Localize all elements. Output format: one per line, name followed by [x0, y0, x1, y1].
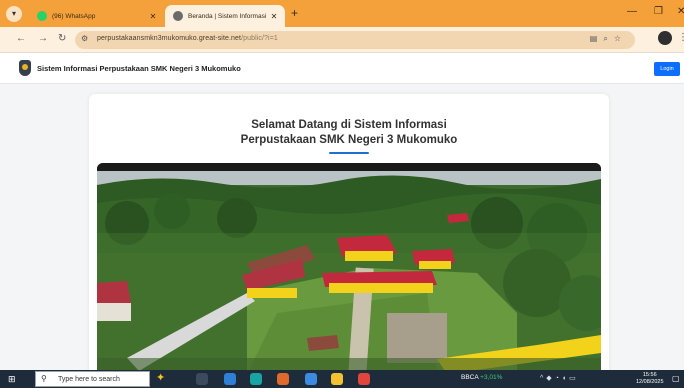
tab-search-icon[interactable]: ▾: [6, 6, 22, 22]
bookmark-star-icon[interactable]: ☆: [614, 34, 627, 43]
windows-taskbar: ⊞ ⚲ Type here to search ✦ BBCA +3,01% ^◆…: [0, 370, 684, 388]
login-button[interactable]: Login: [654, 62, 680, 76]
welcome-line-1: Selamat Datang di Sistem Informasi: [251, 119, 447, 131]
search-icon: ⚲: [41, 374, 47, 383]
browser-toolbar: ← → ↻ ⚙ perpustakaansmkn3mukomuko.great-…: [0, 27, 684, 53]
stock-name: BBCA: [461, 374, 479, 381]
taskbar-clock[interactable]: 15:56 12/08/2025: [636, 372, 664, 386]
back-arrow-icon[interactable]: ←: [16, 33, 26, 44]
search-highlight-icon[interactable]: ✦: [156, 371, 165, 384]
site-header: Sistem Informasi Perpustakaan SMK Negeri…: [0, 53, 684, 84]
edge-icon[interactable]: [250, 373, 262, 385]
reload-icon[interactable]: ↻: [58, 33, 66, 44]
clock-date: 12/08/2025: [636, 379, 664, 385]
taskbar-search-input[interactable]: ⚲ Type here to search: [35, 371, 150, 387]
school-logo: [19, 60, 31, 76]
tab-whatsapp[interactable]: (96) WhatsApp ✕: [29, 5, 164, 27]
address-bar[interactable]: ⚙ perpustakaansmkn3mukomuko.great-site.n…: [75, 31, 635, 49]
site-info-icon[interactable]: ⚙: [81, 34, 88, 43]
new-tab-button[interactable]: +: [291, 6, 298, 20]
network-icon[interactable]: ◔: [555, 375, 562, 382]
stock-widget[interactable]: BBCA +3,01%: [461, 374, 502, 381]
welcome-line-2: Perpustakaan SMK Negeri 3 Mukomuko: [240, 134, 458, 146]
windows-start-icon[interactable]: ⊞: [8, 374, 16, 385]
browser-tab-strip: ▾ (96) WhatsApp ✕ Beranda | Sistem Infor…: [0, 0, 684, 27]
menu-kebab-icon[interactable]: ⋮: [678, 32, 684, 43]
stock-change: +3,01%: [480, 374, 503, 381]
url-host: perpustakaansmkn3mukomuko.great-site.net: [97, 35, 242, 42]
forward-arrow-icon[interactable]: →: [38, 33, 48, 44]
school-aerial-photo: [97, 163, 601, 374]
url-path: /public/?i=1: [241, 35, 278, 42]
window-close-icon[interactable]: ✕: [677, 6, 684, 17]
battery-icon[interactable]: ▭: [569, 375, 579, 382]
task-view-icon[interactable]: [196, 373, 208, 385]
site-title: Sistem Informasi Perpustakaan SMK Negeri…: [37, 64, 241, 73]
notification-icon[interactable]: ▢: [672, 374, 680, 383]
whatsapp-icon: [37, 11, 47, 21]
translate-icon[interactable]: ▤: [590, 34, 604, 43]
welcome-heading: Selamat Datang di Sistem Informasi Perpu…: [89, 118, 609, 148]
maximize-icon[interactable]: ❐: [654, 6, 663, 17]
tab-label: Beranda | Sistem Informasi Perp: [188, 12, 267, 20]
firefox-icon[interactable]: [277, 373, 289, 385]
profile-avatar[interactable]: [658, 31, 672, 45]
address-bar-icons: ▤⌕☆: [590, 34, 627, 44]
tab-beranda[interactable]: Beranda | Sistem Informasi Perp ✕: [165, 5, 285, 27]
minimize-icon[interactable]: —: [627, 6, 637, 17]
chrome-icon[interactable]: [358, 373, 370, 385]
close-icon[interactable]: ✕: [146, 12, 160, 21]
clock-time: 15:56: [642, 372, 657, 378]
store-icon[interactable]: [305, 373, 317, 385]
zoom-icon[interactable]: ⌕: [603, 34, 613, 43]
copilot-icon[interactable]: [224, 373, 236, 385]
dropbox-icon[interactable]: ◆: [546, 375, 554, 382]
globe-icon: [173, 11, 183, 21]
aerial-photo-illustration: [97, 163, 601, 374]
close-icon[interactable]: ✕: [267, 12, 281, 21]
heading-underline: [329, 152, 369, 154]
tab-label: (96) WhatsApp: [52, 12, 96, 20]
system-tray: ^◆◔◖▭: [540, 374, 579, 382]
file-explorer-icon[interactable]: [331, 373, 343, 385]
search-placeholder: Type here to search: [58, 376, 120, 383]
url-text: perpustakaansmkn3mukomuko.great-site.net…: [97, 35, 278, 42]
